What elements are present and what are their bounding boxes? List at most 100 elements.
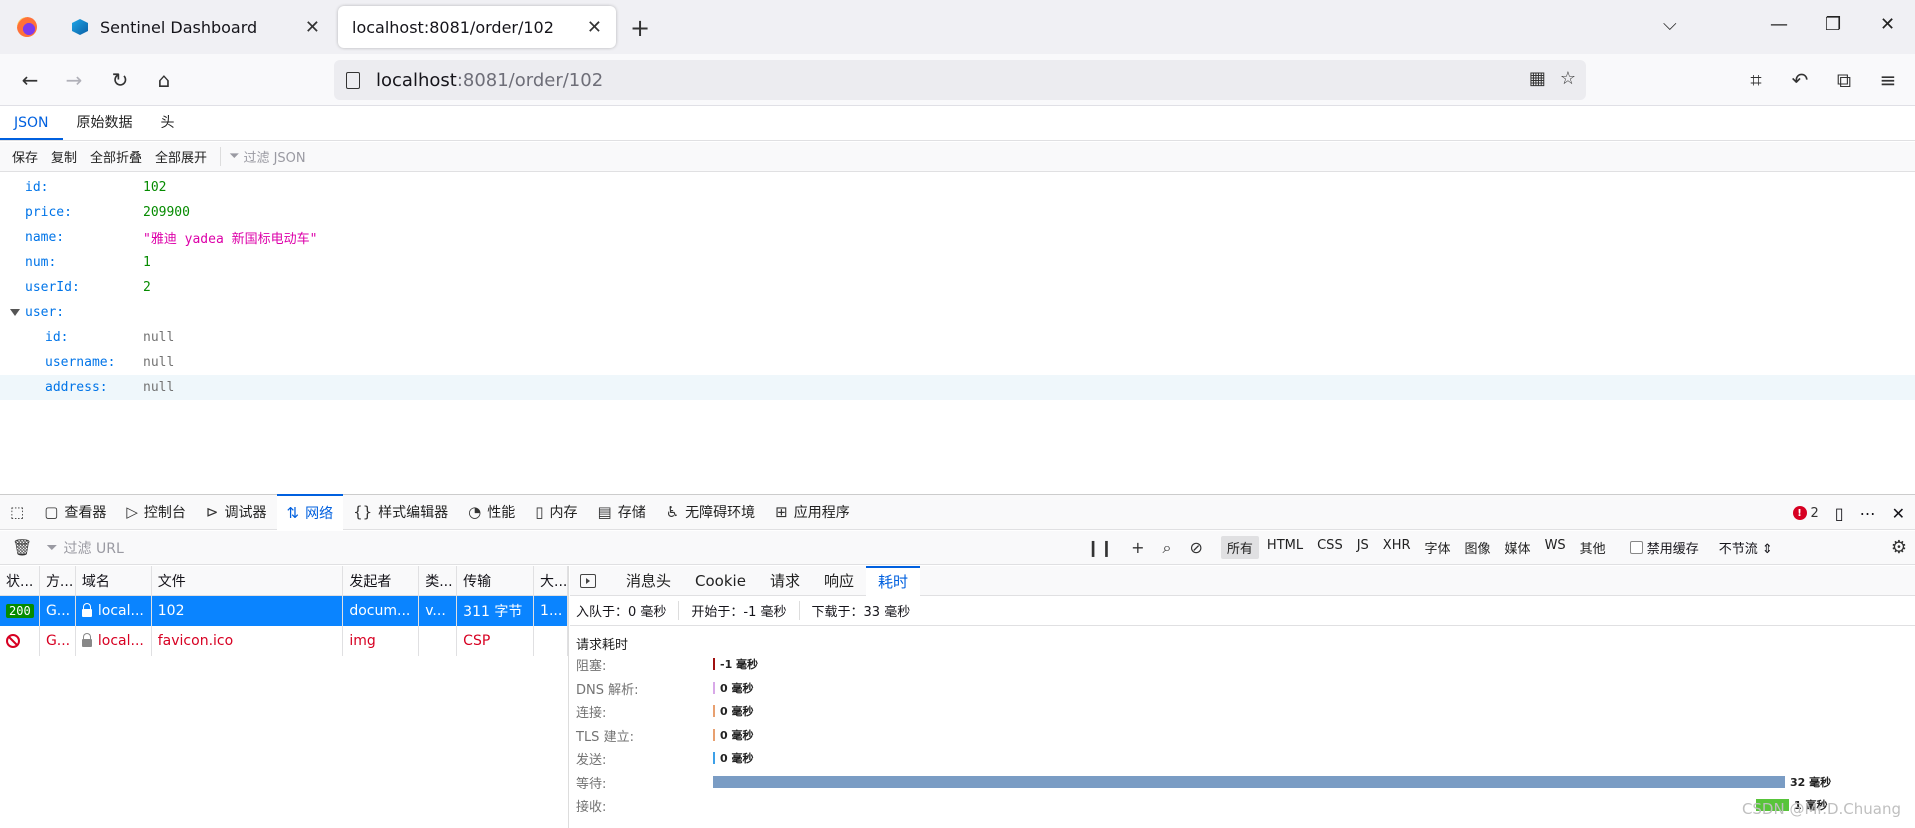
expand-all-button[interactable]: 全部展开 [155,147,207,166]
type-cell: v... [419,596,458,626]
tab-storage[interactable]: ▤ 存储 [588,494,656,530]
tab-memory[interactable]: ▯ 内存 [525,494,587,530]
menu-icon[interactable]: ≡ [1872,64,1904,96]
filter-fonts[interactable]: 字体 [1419,536,1457,559]
tab-json[interactable]: JSON [0,107,63,140]
column-header-domain[interactable]: 域名 [76,566,152,595]
column-header-method[interactable]: 方... [40,566,76,595]
trash-icon[interactable]: 🗑 [12,538,32,557]
column-header-size[interactable]: 大... [534,566,568,595]
new-tab-button[interactable]: + [630,14,650,42]
timing-value: -1 毫秒 [720,658,759,671]
json-row[interactable]: username: null [0,350,1915,375]
pause-icon[interactable]: ❙❙ [1086,538,1113,558]
error-count-badge[interactable]: ! 2 [1792,506,1819,521]
tab-style-editor[interactable]: {} 样式编辑器 [343,494,458,530]
tab-headers[interactable]: 消息头 [614,566,683,596]
filter-ws[interactable]: WS [1539,536,1572,559]
tab-cookie[interactable]: Cookie [683,566,758,596]
collapse-all-button[interactable]: 全部折叠 [90,147,142,166]
restore-button[interactable]: ❐ [1825,14,1841,35]
tab-console[interactable]: ▷ 控制台 [116,494,196,530]
json-row[interactable]: name: "雅迪 yadea 新国标电动车" [0,225,1915,250]
qr-code-icon[interactable]: ▦ [1529,68,1546,89]
undo-icon[interactable]: ↶ [1784,64,1816,96]
json-filter-input[interactable]: ⏷ 过滤 JSON [220,147,306,166]
tab-application[interactable]: ⊞ 应用程序 [765,494,860,530]
back-button[interactable]: ← [14,64,46,96]
filter-images[interactable]: 图像 [1459,536,1497,559]
tab-network[interactable]: ⇅ 网络 [276,494,344,530]
filter-html[interactable]: HTML [1261,536,1309,559]
url-filter-input[interactable]: ⏷ 过滤 URL [46,538,1086,558]
tab-request[interactable]: 请求 [758,566,812,596]
expand-caret-icon[interactable] [10,309,20,316]
tab-raw-data[interactable]: 原始数据 [63,107,147,140]
home-button[interactable]: ⌂ [148,64,180,96]
address-bar[interactable]: localhost:8081/order/102 ▦ ☆ [334,60,1586,100]
json-row[interactable]: id: 102 [0,175,1915,200]
json-key: id: [45,330,69,345]
filter-css[interactable]: CSS [1311,536,1349,559]
gear-icon[interactable]: ⚙ [1891,537,1907,558]
extensions-icon[interactable]: ⧉ [1828,64,1860,96]
tab-inspector[interactable]: ▢ 查看器 [34,494,116,530]
timing-row: 连接: 0 毫秒 [570,699,1915,723]
search-icon[interactable]: ⌕ [1163,538,1172,558]
toggle-sidebar-icon[interactable] [580,573,596,588]
copy-button[interactable]: 复制 [51,147,77,166]
filter-media[interactable]: 媒体 [1499,536,1537,559]
add-icon[interactable]: + [1131,538,1144,558]
forward-button[interactable]: → [58,64,90,96]
checkbox[interactable] [1629,541,1643,554]
column-header-file[interactable]: 文件 [152,566,344,595]
element-picker-button[interactable]: ⬚ [0,494,34,530]
column-header-transfer[interactable]: 传输 [457,566,535,595]
close-tab-icon[interactable]: ✕ [587,17,602,38]
filter-xhr[interactable]: XHR [1377,536,1417,559]
tab-order-102[interactable]: localhost:8081/order/102 ✕ [338,6,616,48]
column-header-type[interactable]: 类... [419,566,458,595]
tab-headers[interactable]: 头 [147,107,189,140]
tab-debugger[interactable]: ⊳ 调试器 [196,494,277,530]
close-devtools-icon[interactable]: ✕ [1892,504,1905,523]
tab-response[interactable]: 响应 [812,566,866,596]
reload-button[interactable]: ↻ [104,64,136,96]
filter-other[interactable]: 其他 [1574,536,1612,559]
filter-all[interactable]: 所有 [1220,536,1259,559]
screenshot-icon[interactable]: ⌗ [1740,64,1772,96]
json-row[interactable]: num: 1 [0,250,1915,275]
timing-bar [713,658,715,670]
table-row[interactable]: 200 G... local... 102 docum... v... 311 … [0,596,568,626]
tab-performance[interactable]: ◔ 性能 [458,494,525,530]
transfer-cell: CSP [457,626,535,656]
throttle-select[interactable]: 不节流 ⇕ [1719,538,1773,557]
json-row[interactable]: address: null [0,375,1915,400]
list-all-tabs-icon[interactable]: ⌵ [1663,14,1677,35]
disable-cache-checkbox[interactable]: 禁用缓存 [1629,538,1699,557]
table-row[interactable]: G... local... favicon.ico img CSP [0,626,568,656]
block-icon[interactable]: ⊘ [1190,538,1203,558]
url-filter-placeholder: 过滤 URL [63,540,124,557]
close-window-button[interactable]: ✕ [1880,14,1895,35]
minimize-button[interactable]: — [1770,14,1788,35]
column-header-initiator[interactable]: 发起者 [343,566,420,595]
firefox-view-button[interactable] [0,0,54,54]
close-tab-icon[interactable]: ✕ [305,17,320,38]
column-header-status[interactable]: 状... [0,566,40,595]
responsive-design-icon[interactable]: ▯ [1835,504,1844,523]
json-row[interactable]: price: 209900 [0,200,1915,225]
json-row[interactable]: id: null [0,325,1915,350]
tab-sentinel-dashboard[interactable]: Sentinel Dashboard ✕ [58,6,334,48]
timing-label: 接收: [576,800,607,815]
json-row-user[interactable]: user: [0,300,1915,325]
json-row[interactable]: userId: 2 [0,275,1915,300]
more-options-icon[interactable]: ⋯ [1860,504,1876,523]
bookmark-star-icon[interactable]: ☆ [1560,68,1576,89]
network-toolbar: 🗑 ⏷ 过滤 URL ❙❙ + ⌕ ⊘ 所有 HTML CSS JS XHR 字… [0,531,1915,565]
tab-accessibility[interactable]: ♿ 无障碍环境 [656,494,765,530]
filter-js[interactable]: JS [1351,536,1375,559]
tab-timings[interactable]: 耗时 [865,565,920,596]
timing-label: 等待: [576,776,607,792]
save-button[interactable]: 保存 [12,147,38,166]
